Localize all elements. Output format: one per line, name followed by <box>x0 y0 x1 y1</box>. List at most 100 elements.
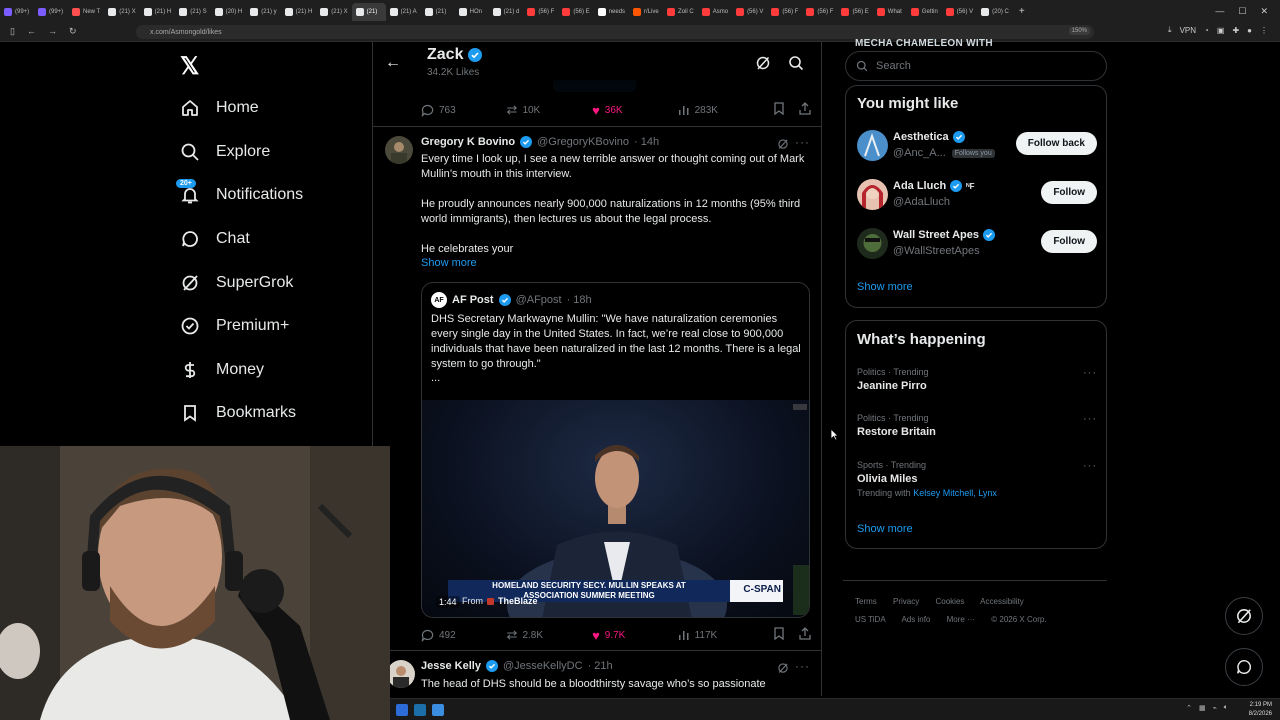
browser-tab[interactable]: (21) X <box>316 3 351 21</box>
footer-link[interactable]: Privacy <box>893 597 919 606</box>
browser-tab[interactable]: Zoil C <box>663 3 698 21</box>
avatar[interactable] <box>385 136 413 164</box>
download-icon[interactable]: ⤓ <box>1168 25 1172 35</box>
chevron-up-icon[interactable]: ⌃ <box>1186 704 1192 712</box>
footer-link[interactable]: Terms <box>855 597 877 606</box>
tray-app-icon[interactable]: ▦ <box>1199 704 1206 712</box>
footer-link[interactable]: Accessibility <box>980 597 1024 606</box>
avatar[interactable] <box>857 130 888 161</box>
sidebar-item-chat[interactable]: Chat <box>180 224 250 254</box>
more-options-icon[interactable]: ··· <box>1083 367 1097 379</box>
reload-icon[interactable]: ↻ <box>69 26 77 37</box>
puzzle-icon[interactable]: ✚ <box>1232 26 1239 35</box>
author-handle[interactable]: @JesseKellyDC <box>503 660 583 672</box>
footer-link[interactable]: US TiDA <box>855 615 886 624</box>
suggestion-item[interactable]: Aesthetica @Anc_A... Follows you Follow … <box>857 128 1097 164</box>
browser-tab[interactable]: (21) d <box>489 3 524 21</box>
grok-floating-button[interactable] <box>1225 597 1263 635</box>
repost-button[interactable]: ⇄ 10K <box>507 102 593 118</box>
avatar[interactable] <box>857 228 888 259</box>
suggestion-item[interactable]: Ada Lluch ᴺF @AdaLluch Follow <box>857 177 1097 213</box>
start-icon[interactable] <box>396 703 408 716</box>
browser-tab[interactable]: (21) H <box>140 3 176 21</box>
show-more-link[interactable]: Show more <box>857 281 913 293</box>
reply-button[interactable]: 492 <box>421 629 507 642</box>
maximize-icon[interactable]: ☐ <box>1238 6 1246 17</box>
volume-icon[interactable]: 🔈︎ <box>1224 704 1228 712</box>
messages-floating-button[interactable] <box>1225 648 1263 686</box>
profile-icon[interactable]: ● <box>1247 26 1252 35</box>
suggestion-item[interactable]: Wall Street Apes @WallStreetApes Follow <box>857 226 1097 262</box>
follow-back-button[interactable]: Follow back <box>1015 132 1097 155</box>
more-options-icon[interactable]: ··· <box>1083 460 1097 472</box>
browser-tab[interactable]: (56) E <box>837 3 872 21</box>
browser-tab[interactable]: needs <box>594 3 629 21</box>
quoted-tweet[interactable]: AF AF Post @AFpost · 18h DHS Secretary M… <box>421 282 810 618</box>
sidebar-item-supergrok[interactable]: SuperGrok <box>180 268 293 298</box>
more-options-icon[interactable]: ··· <box>1083 413 1097 425</box>
browser-tab[interactable]: HOn <box>455 3 489 21</box>
reply-button[interactable]: 763 <box>421 104 507 117</box>
browser-tab[interactable]: (56) F <box>802 3 837 21</box>
grok-refresh-icon[interactable] <box>755 55 771 76</box>
browser-tab[interactable]: (56) V <box>732 3 767 21</box>
footer-link[interactable]: Cookies <box>935 597 964 606</box>
browser-tab[interactable]: (21) y <box>246 3 280 21</box>
browser-tab[interactable]: What <box>873 3 907 21</box>
browser-tab[interactable]: (56) F <box>523 3 558 21</box>
vpn-badge[interactable]: VPN <box>1180 26 1196 35</box>
bookmark-icon[interactable] <box>773 102 785 118</box>
video-player[interactable]: HOMELAND SECURITY SECY. MULLIN SPEAKS AT… <box>422 400 809 617</box>
sidebar-item-home[interactable]: Home <box>180 93 259 123</box>
repost-button[interactable]: ⇄ 2.8K <box>507 627 593 643</box>
close-icon[interactable]: ✕ <box>1260 6 1268 17</box>
tweet-time[interactable]: · 21h <box>588 660 613 672</box>
browser-tab[interactable]: (21) X <box>104 3 139 21</box>
sidebar-item-notifications[interactable]: 20+ Notifications <box>176 179 303 210</box>
forward-icon[interactable]: → <box>48 26 57 37</box>
browser-tab[interactable]: (21) H <box>281 3 317 21</box>
browser-tab[interactable]: (56) V <box>942 3 977 21</box>
views-button[interactable]: 117K <box>678 629 767 641</box>
trend-item[interactable]: Politics · Trending Jeanine Pirro ··· <box>857 367 1097 392</box>
share-icon[interactable] <box>799 102 811 118</box>
like-button[interactable]: ♥ 9.7K <box>592 628 678 643</box>
show-more-link[interactable]: Show more <box>857 523 913 535</box>
browser-tab[interactable]: (21) S <box>175 3 210 21</box>
browser-tab[interactable]: (99+) <box>34 3 68 21</box>
back-arrow-icon[interactable]: ← <box>385 54 401 72</box>
show-more-link[interactable]: Show more <box>421 257 477 269</box>
like-button[interactable]: ♥ 36K <box>592 103 678 118</box>
browser-tab[interactable]: (56) F <box>767 3 802 21</box>
author-name[interactable]: Gregory K Bovino <box>421 136 515 148</box>
trending-with-links[interactable]: Kelsey Mitchell, Lynx <box>913 488 997 498</box>
follow-button[interactable]: Follow <box>1041 181 1097 204</box>
x-logo[interactable]: 𝕏 <box>180 52 199 81</box>
sidebar-item-explore[interactable]: Explore <box>180 137 270 167</box>
author-handle[interactable]: @GregoryKBovino <box>537 136 629 148</box>
share-icon[interactable] <box>799 627 811 643</box>
browser-tab[interactable]: New T <box>68 3 104 21</box>
app-icon[interactable] <box>432 703 444 716</box>
search-input[interactable]: Search <box>845 51 1107 81</box>
timeline[interactable]: ← Zack 34.2K Likes 763 ⇄ 10K ♥ 36K 283K <box>372 42 822 696</box>
trend-item[interactable]: Politics · Trending Restore Britain ··· <box>857 413 1097 438</box>
bookmark-icon[interactable] <box>773 627 785 643</box>
more-options-icon[interactable]: ··· <box>795 135 810 149</box>
browser-tab[interactable]: (21) <box>351 3 386 21</box>
browser-tab[interactable]: (20) H <box>211 3 247 21</box>
zoom-level[interactable]: 150% <box>1068 27 1090 35</box>
browser-tab[interactable]: (20) C <box>977 3 1013 21</box>
browser-tab[interactable]: Gettin <box>907 3 942 21</box>
search-icon[interactable] <box>788 55 804 76</box>
tweet-time[interactable]: · 14h <box>634 136 659 148</box>
author-name[interactable]: Jesse Kelly <box>421 660 481 672</box>
sidebar-item-bookmarks[interactable]: Bookmarks <box>180 398 296 428</box>
network-icon[interactable]: ⌁ <box>1213 704 1217 712</box>
back-icon[interactable]: ← <box>27 26 36 37</box>
avatar[interactable] <box>387 660 415 688</box>
minimize-icon[interactable]: — <box>1215 6 1224 16</box>
extension-icon[interactable]: ◔ <box>1204 26 1209 35</box>
url-field[interactable]: x.com/Asmongold/likes 150% <box>136 25 1094 39</box>
browser-tab[interactable]: (21) <box>421 3 455 21</box>
